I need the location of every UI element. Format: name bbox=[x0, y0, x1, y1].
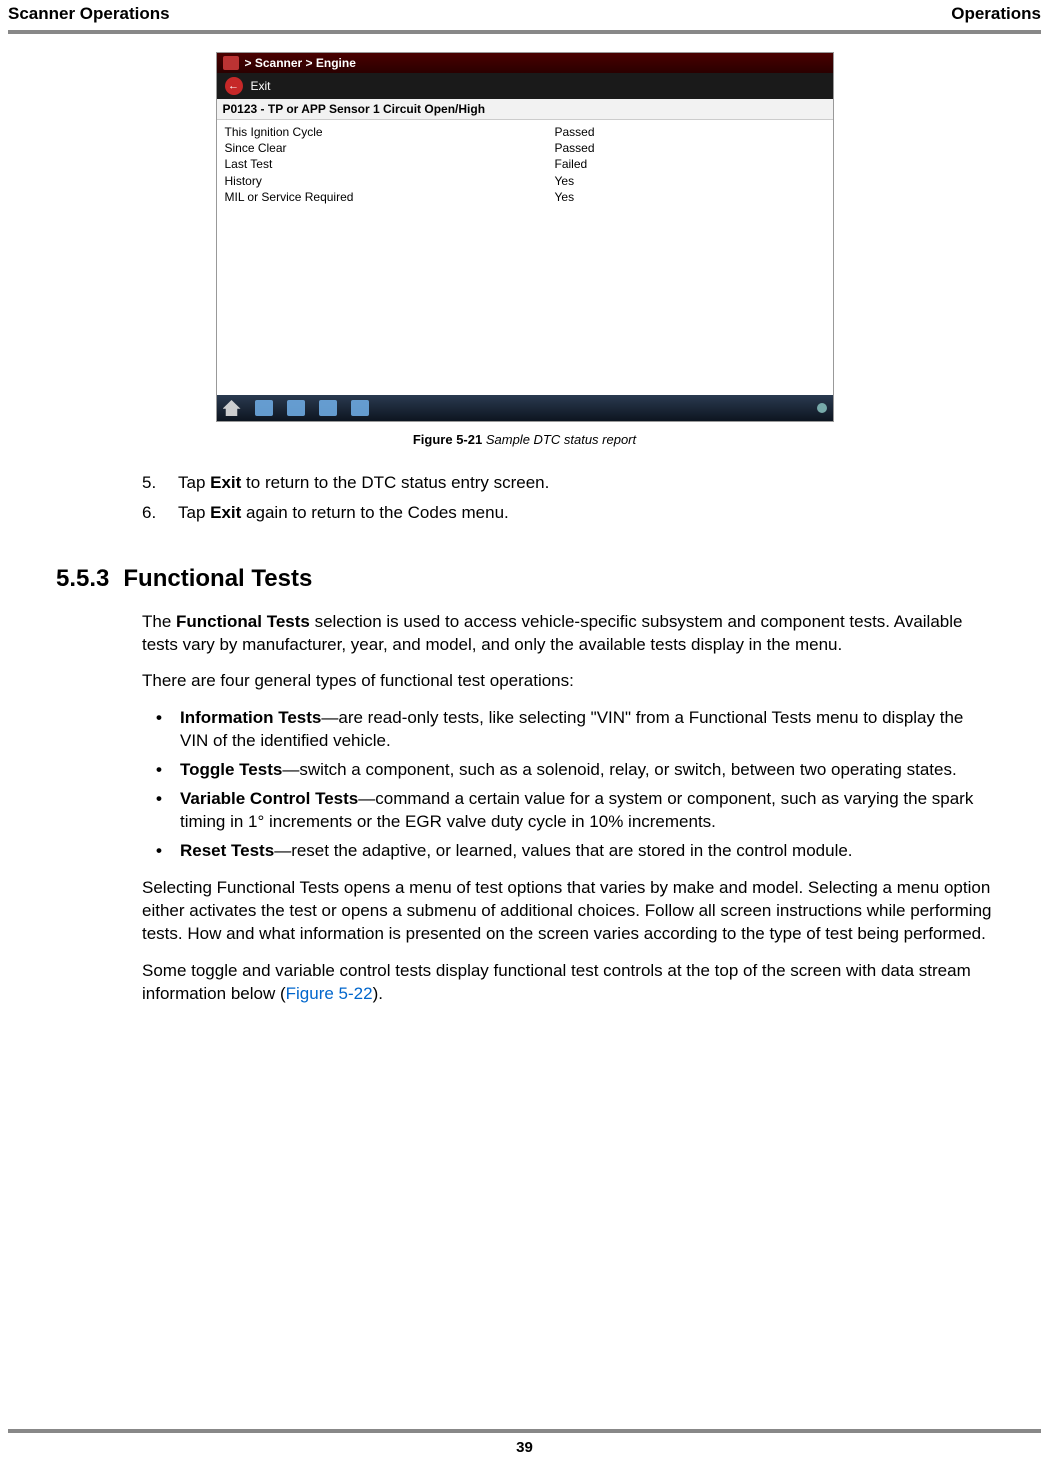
toolbar-icon[interactable] bbox=[351, 400, 369, 416]
paragraph-types-intro: There are four general types of function… bbox=[142, 670, 995, 693]
toolbar-icon[interactable] bbox=[287, 400, 305, 416]
procedure-steps: 5. Tap Exit to return to the DTC status … bbox=[142, 471, 989, 525]
bullet-reset-tests: • Reset Tests—reset the adaptive, or lea… bbox=[156, 840, 995, 863]
figure-caption: Figure 5-21 Sample DTC status report bbox=[0, 432, 1049, 447]
dtc-row: Since Clear Passed bbox=[225, 140, 825, 156]
step-5: 5. Tap Exit to return to the DTC status … bbox=[142, 471, 989, 495]
dtc-val: Passed bbox=[555, 124, 825, 140]
figure-label: Figure 5-21 bbox=[413, 432, 482, 447]
dtc-key: History bbox=[225, 173, 555, 189]
bullet-icon: • bbox=[156, 759, 166, 782]
header-rule bbox=[8, 30, 1041, 34]
bullet-icon: • bbox=[156, 840, 166, 863]
dtc-body: This Ignition Cycle Passed Since Clear P… bbox=[217, 120, 833, 395]
toolbar-icon[interactable] bbox=[319, 400, 337, 416]
back-arrow-icon[interactable]: ← bbox=[225, 77, 243, 95]
page-number: 39 bbox=[8, 1439, 1041, 1456]
bullet-toggle-tests: • Toggle Tests—switch a component, such … bbox=[156, 759, 995, 782]
embedded-screenshot: > Scanner > Engine ← Exit P0123 - TP or … bbox=[216, 52, 834, 422]
paragraph-selecting: Selecting Functional Tests opens a menu … bbox=[142, 877, 995, 946]
exit-button-label[interactable]: Exit bbox=[251, 79, 271, 93]
dtc-key: This Ignition Cycle bbox=[225, 124, 555, 140]
bullet-list: • Information Tests—are read-only tests,… bbox=[156, 707, 995, 863]
paragraph-intro: The Functional Tests selection is used t… bbox=[142, 611, 995, 657]
figure-link[interactable]: Figure 5-22 bbox=[286, 984, 373, 1003]
step-text: Tap Exit to return to the DTC status ent… bbox=[178, 471, 549, 495]
bullet-icon: • bbox=[156, 707, 166, 753]
bullet-text: Reset Tests—reset the adaptive, or learn… bbox=[180, 840, 853, 863]
bullet-icon: • bbox=[156, 788, 166, 834]
step-6: 6. Tap Exit again to return to the Codes… bbox=[142, 501, 989, 525]
dtc-val: Failed bbox=[555, 156, 825, 172]
bullet-text: Information Tests—are read-only tests, l… bbox=[180, 707, 995, 753]
bullet-variable-control-tests: • Variable Control Tests—command a certa… bbox=[156, 788, 995, 834]
dtc-key: Since Clear bbox=[225, 140, 555, 156]
record-icon[interactable] bbox=[817, 403, 827, 413]
footer-rule bbox=[8, 1429, 1041, 1433]
bullet-text: Variable Control Tests—command a certain… bbox=[180, 788, 995, 834]
section-heading: 5.5.3 Functional Tests bbox=[56, 565, 1049, 593]
header-left: Scanner Operations bbox=[8, 4, 170, 24]
step-text: Tap Exit again to return to the Codes me… bbox=[178, 501, 509, 525]
breadcrumb-text: > Scanner > Engine bbox=[245, 56, 356, 70]
header-right: Operations bbox=[951, 4, 1041, 24]
dtc-title: P0123 - TP or APP Sensor 1 Circuit Open/… bbox=[217, 99, 833, 120]
dtc-val: Passed bbox=[555, 140, 825, 156]
tool-icon bbox=[223, 56, 239, 70]
dtc-val: Yes bbox=[555, 189, 825, 205]
section-number: 5.5.3 bbox=[56, 565, 109, 592]
dtc-row: MIL or Service Required Yes bbox=[225, 189, 825, 205]
dtc-val: Yes bbox=[555, 173, 825, 189]
step-number: 6. bbox=[142, 501, 160, 525]
home-icon[interactable] bbox=[223, 400, 241, 416]
dtc-key: Last Test bbox=[225, 156, 555, 172]
dtc-key: MIL or Service Required bbox=[225, 189, 555, 205]
bullet-text: Toggle Tests—switch a component, such as… bbox=[180, 759, 957, 782]
figure-text: Sample DTC status report bbox=[486, 432, 636, 447]
breadcrumb-bar: > Scanner > Engine bbox=[217, 53, 833, 73]
dtc-row: History Yes bbox=[225, 173, 825, 189]
page-header: Scanner Operations Operations bbox=[0, 0, 1049, 30]
bullet-information-tests: • Information Tests—are read-only tests,… bbox=[156, 707, 995, 753]
exit-bar[interactable]: ← Exit bbox=[217, 73, 833, 99]
paragraph-toggle-note: Some toggle and variable control tests d… bbox=[142, 960, 995, 1006]
toolbar-icon[interactable] bbox=[255, 400, 273, 416]
section-title: Functional Tests bbox=[123, 565, 312, 592]
bottom-toolbar bbox=[217, 395, 833, 421]
page-footer: 39 bbox=[8, 1429, 1041, 1456]
step-number: 5. bbox=[142, 471, 160, 495]
dtc-row: Last Test Failed bbox=[225, 156, 825, 172]
dtc-row: This Ignition Cycle Passed bbox=[225, 124, 825, 140]
